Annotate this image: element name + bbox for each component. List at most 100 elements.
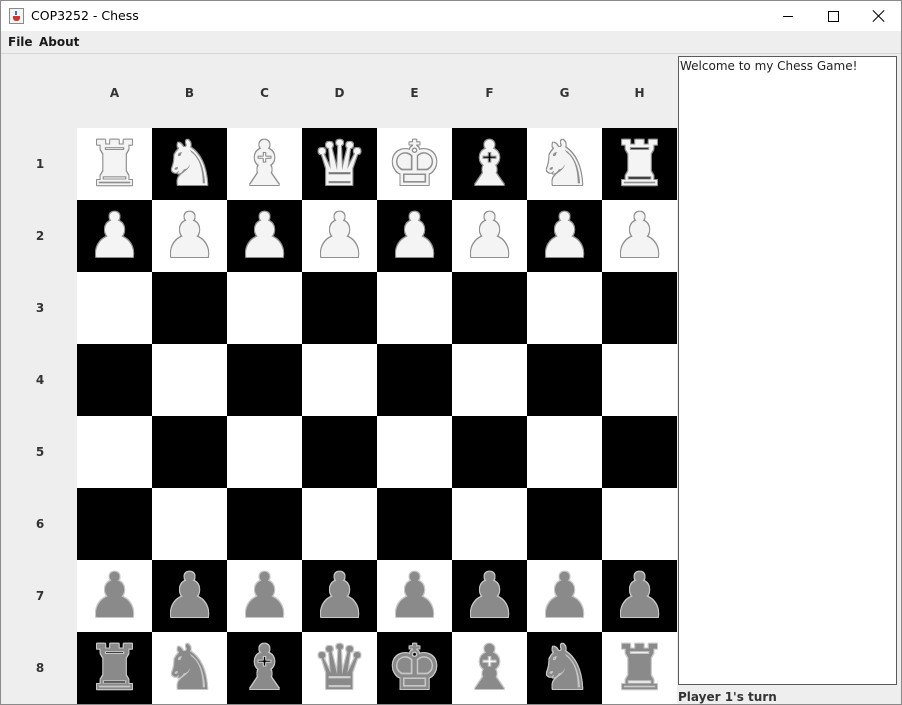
square-b1[interactable]: ♞ [152, 128, 227, 200]
square-d3[interactable] [302, 272, 377, 344]
square-f5[interactable] [452, 416, 527, 488]
square-c8[interactable]: ♝ [227, 632, 302, 704]
light-pawn-icon[interactable]: ♟ [612, 200, 668, 272]
dark-queen-icon[interactable]: ♛ [312, 632, 368, 704]
square-a6[interactable] [77, 488, 152, 560]
square-h7[interactable]: ♟ [602, 560, 677, 632]
square-c3[interactable] [227, 272, 302, 344]
square-h8[interactable]: ♜ [602, 632, 677, 704]
light-pawn-icon[interactable]: ♟ [237, 200, 293, 272]
light-pawn-icon[interactable]: ♟ [387, 200, 443, 272]
square-a2[interactable]: ♟ [77, 200, 152, 272]
square-b7[interactable]: ♟ [152, 560, 227, 632]
square-a4[interactable] [77, 344, 152, 416]
square-h2[interactable]: ♟ [602, 200, 677, 272]
square-f7[interactable]: ♟ [452, 560, 527, 632]
square-a5[interactable] [77, 416, 152, 488]
dark-bishop-icon[interactable]: ♝ [237, 632, 293, 704]
dark-pawn-icon[interactable]: ♟ [462, 560, 518, 632]
square-g8[interactable]: ♞ [527, 632, 602, 704]
dark-king-icon[interactable]: ♚ [387, 632, 443, 704]
dark-pawn-icon[interactable]: ♟ [312, 560, 368, 632]
square-f2[interactable]: ♟ [452, 200, 527, 272]
square-d4[interactable] [302, 344, 377, 416]
square-e2[interactable]: ♟ [377, 200, 452, 272]
square-d2[interactable]: ♟ [302, 200, 377, 272]
square-a7[interactable]: ♟ [77, 560, 152, 632]
dark-pawn-icon[interactable]: ♟ [237, 560, 293, 632]
light-king-icon[interactable]: ♚ [387, 128, 443, 200]
square-h4[interactable] [602, 344, 677, 416]
dark-rook-icon[interactable]: ♜ [87, 632, 143, 704]
dark-knight-icon[interactable]: ♞ [537, 632, 593, 704]
square-c1[interactable]: ♝ [227, 128, 302, 200]
square-g7[interactable]: ♟ [527, 560, 602, 632]
light-knight-icon[interactable]: ♞ [162, 128, 218, 200]
square-e7[interactable]: ♟ [377, 560, 452, 632]
square-h3[interactable] [602, 272, 677, 344]
square-e6[interactable] [377, 488, 452, 560]
dark-pawn-icon[interactable]: ♟ [387, 560, 443, 632]
dark-pawn-icon[interactable]: ♟ [537, 560, 593, 632]
square-d7[interactable]: ♟ [302, 560, 377, 632]
square-c4[interactable] [227, 344, 302, 416]
square-f3[interactable] [452, 272, 527, 344]
square-b5[interactable] [152, 416, 227, 488]
square-a1[interactable]: ♜ [77, 128, 152, 200]
square-g5[interactable] [527, 416, 602, 488]
light-bishop-icon[interactable]: ♝ [237, 128, 293, 200]
dark-knight-icon[interactable]: ♞ [162, 632, 218, 704]
square-d1[interactable]: ♛ [302, 128, 377, 200]
light-bishop-icon[interactable]: ♝ [462, 128, 518, 200]
square-g4[interactable] [527, 344, 602, 416]
dark-pawn-icon[interactable]: ♟ [162, 560, 218, 632]
square-d6[interactable] [302, 488, 377, 560]
dark-pawn-icon[interactable]: ♟ [612, 560, 668, 632]
square-g1[interactable]: ♞ [527, 128, 602, 200]
square-b3[interactable] [152, 272, 227, 344]
menu-file[interactable]: File [8, 35, 33, 49]
square-e3[interactable] [377, 272, 452, 344]
square-c7[interactable]: ♟ [227, 560, 302, 632]
light-knight-icon[interactable]: ♞ [537, 128, 593, 200]
square-f4[interactable] [452, 344, 527, 416]
light-pawn-icon[interactable]: ♟ [462, 200, 518, 272]
light-pawn-icon[interactable]: ♟ [312, 200, 368, 272]
square-g3[interactable] [527, 272, 602, 344]
square-h5[interactable] [602, 416, 677, 488]
dark-pawn-icon[interactable]: ♟ [87, 560, 143, 632]
light-queen-icon[interactable]: ♛ [312, 128, 368, 200]
square-h6[interactable] [602, 488, 677, 560]
square-e4[interactable] [377, 344, 452, 416]
square-e5[interactable] [377, 416, 452, 488]
light-rook-icon[interactable]: ♜ [87, 128, 143, 200]
square-d8[interactable]: ♛ [302, 632, 377, 704]
minimize-button[interactable] [765, 1, 811, 31]
square-b8[interactable]: ♞ [152, 632, 227, 704]
square-g6[interactable] [527, 488, 602, 560]
close-button[interactable] [856, 1, 901, 31]
dark-bishop-icon[interactable]: ♝ [462, 632, 518, 704]
dark-rook-icon[interactable]: ♜ [612, 632, 668, 704]
square-a8[interactable]: ♜ [77, 632, 152, 704]
square-e8[interactable]: ♚ [377, 632, 452, 704]
square-b4[interactable] [152, 344, 227, 416]
square-d5[interactable] [302, 416, 377, 488]
square-c2[interactable]: ♟ [227, 200, 302, 272]
square-g2[interactable]: ♟ [527, 200, 602, 272]
light-pawn-icon[interactable]: ♟ [162, 200, 218, 272]
square-h1[interactable]: ♜ [602, 128, 677, 200]
square-b6[interactable] [152, 488, 227, 560]
light-pawn-icon[interactable]: ♟ [87, 200, 143, 272]
square-f1[interactable]: ♝ [452, 128, 527, 200]
message-log[interactable]: Welcome to my Chess Game! [678, 56, 897, 685]
light-rook-icon[interactable]: ♜ [612, 128, 668, 200]
light-pawn-icon[interactable]: ♟ [537, 200, 593, 272]
square-c5[interactable] [227, 416, 302, 488]
menu-about[interactable]: About [39, 35, 79, 49]
square-b2[interactable]: ♟ [152, 200, 227, 272]
maximize-button[interactable] [810, 1, 856, 31]
square-c6[interactable] [227, 488, 302, 560]
square-f6[interactable] [452, 488, 527, 560]
square-f8[interactable]: ♝ [452, 632, 527, 704]
